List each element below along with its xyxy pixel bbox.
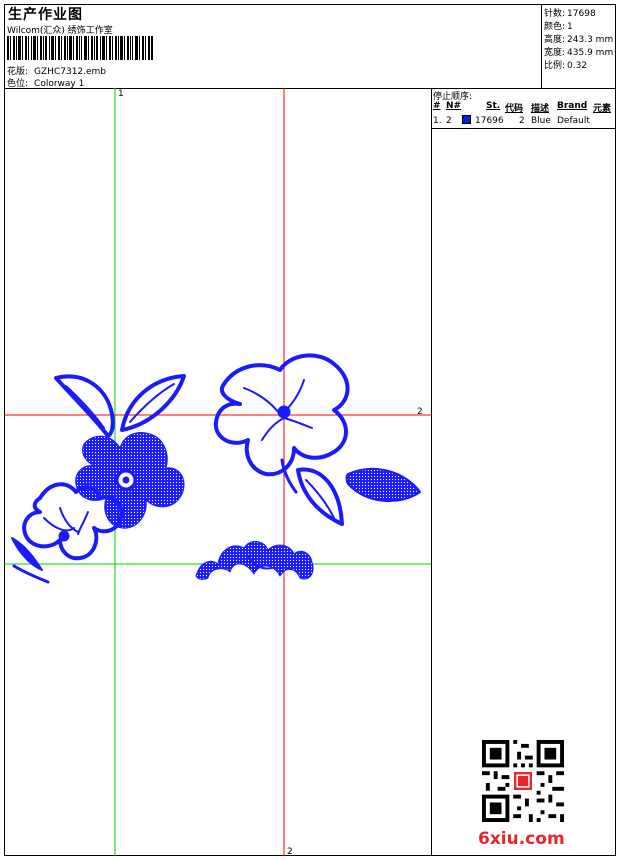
guide-label-right: 2 (417, 407, 423, 417)
flower-center (122, 476, 130, 484)
embroidery-design (11, 353, 421, 584)
design-svg: 1 2 2 (4, 88, 431, 856)
stat-value: 0.32 (567, 61, 588, 71)
flower-center (277, 405, 291, 419)
stat-label: 比例: (544, 61, 566, 71)
page-title: 生产作业图 (8, 7, 83, 23)
row-needle: 2 (446, 116, 452, 126)
stat-width: 宽度: 435.9 mm (544, 45, 613, 58)
stats-panel: 针数: 17698 颜色: 1 高度: 243.3 mm 宽度: 435.9 mm 比例… (542, 4, 616, 88)
guide-label-top: 1 (118, 89, 124, 99)
leaf-filled (345, 467, 421, 502)
col-header-needle: N# (446, 101, 462, 111)
petal-filled (11, 537, 43, 571)
stat-stitches: 针数: 17698 (544, 6, 596, 19)
header: 生产作业图 Wilcom(汇众) 绣饰工作室 花版: GZHC7312.emb … (4, 4, 616, 89)
col-header-stitches: St. (486, 101, 501, 111)
col-header-brand: Brand (557, 101, 588, 111)
flower-center (58, 530, 70, 542)
color-swatch (462, 115, 471, 124)
stat-scale: 比例: 0.32 (544, 58, 587, 71)
stat-label: 高度: (544, 35, 566, 45)
barcode (7, 36, 153, 60)
petal-filled (12, 564, 50, 584)
qr-code (482, 740, 564, 822)
company-name: Wilcom(汇众) 绣饰工作室 (7, 26, 113, 36)
stat-colors: 颜色: 1 (544, 19, 573, 32)
flower-outline (22, 482, 124, 561)
watermark-site: 6xiu.com (478, 829, 565, 849)
table-divider (431, 128, 616, 129)
stat-value: 243.3 mm (567, 35, 614, 45)
row-description: Blue (531, 116, 551, 126)
bottom-motif (195, 541, 314, 580)
row-index: 1. (433, 116, 442, 126)
stat-label: 宽度: (544, 48, 566, 58)
stat-value: 1 (567, 22, 573, 32)
stat-value: 17698 (567, 9, 596, 19)
stat-label: 针数: (544, 9, 566, 19)
flower-outline (43, 507, 89, 535)
design-canvas: 1 2 2 (4, 88, 432, 856)
stat-height: 高度: 243.3 mm (544, 32, 613, 45)
row-code: 2 (519, 116, 525, 126)
guide-label-bottom: 2 (287, 847, 293, 856)
stat-value: 435.9 mm (567, 48, 614, 58)
col-header-description: 描述 (531, 104, 550, 114)
col-header-code: 代码 (505, 104, 524, 114)
col-header-element: 元素 (593, 104, 612, 114)
row-stitches: 17696 (475, 116, 504, 126)
row-brand: Default (557, 116, 590, 126)
stat-label: 颜色: (544, 22, 566, 32)
col-header-index: # (433, 101, 441, 111)
